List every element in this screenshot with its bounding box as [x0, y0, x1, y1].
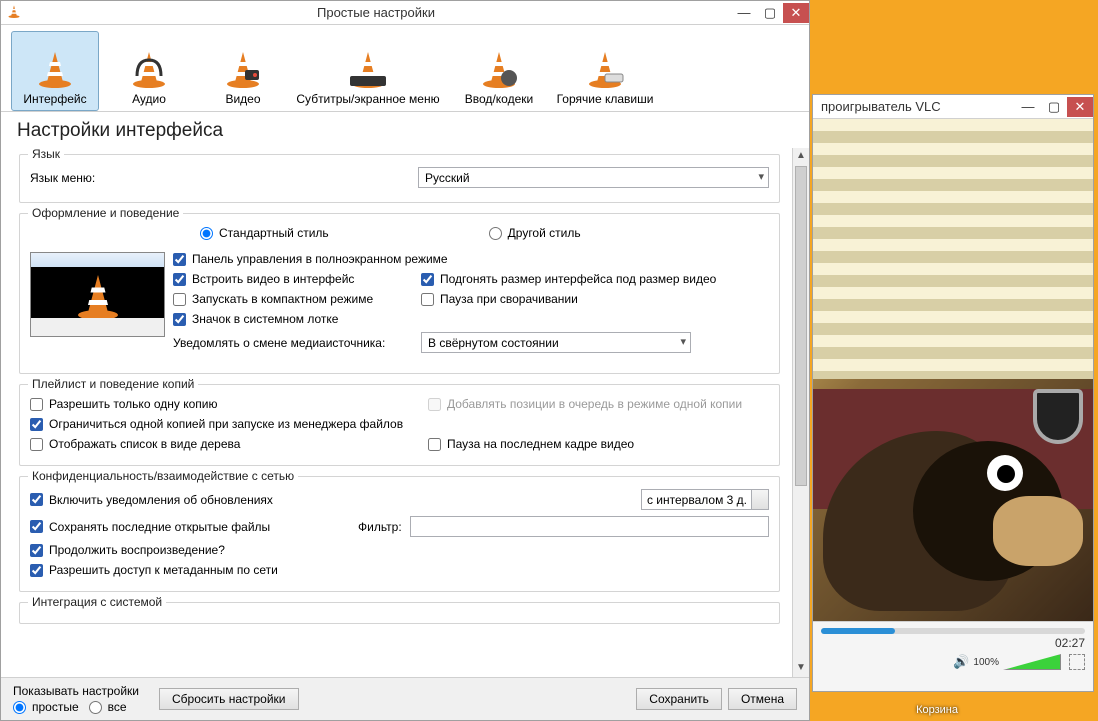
window-title: Простые настройки	[21, 5, 731, 20]
video-area[interactable]	[813, 119, 1093, 621]
category-tabs: Интерфейс Аудио Видео Субтитры/экранное …	[1, 25, 809, 112]
filter-input[interactable]	[410, 516, 769, 537]
radio-all[interactable]: все	[89, 700, 127, 714]
tab-subtitles[interactable]: Субтитры/экранное меню	[293, 31, 443, 111]
page-title: Настройки интерфейса	[1, 112, 809, 148]
chk-fullscreen-controller[interactable]: Панель управления в полноэкранном режиме	[173, 252, 448, 266]
save-button[interactable]: Сохранить	[636, 688, 722, 710]
player-window: проигрыватель VLC — ▢ ✕ 02:27 🔊 100%	[812, 94, 1094, 692]
vertical-scrollbar[interactable]: ▲ ▼	[792, 148, 809, 677]
minimize-button[interactable]: —	[731, 3, 757, 23]
group-look-feel: Оформление и поведение Стандартный стиль…	[19, 213, 780, 374]
radio-simple[interactable]: простые	[13, 700, 79, 714]
close-button[interactable]: ✕	[783, 3, 809, 23]
tab-video[interactable]: Видео	[199, 31, 287, 111]
chk-update-notify[interactable]: Включить уведомления об обновлениях	[30, 493, 380, 507]
volume-slider[interactable]	[1003, 654, 1061, 670]
volume-icon[interactable]: 🔊	[953, 654, 969, 670]
progress-bar[interactable]	[821, 628, 1085, 634]
scroll-up-arrow[interactable]: ▲	[793, 148, 809, 165]
scroll-down-arrow[interactable]: ▼	[793, 660, 809, 677]
menu-language-label: Язык меню:	[30, 171, 410, 185]
group-playlist: Плейлист и поведение копий Разрешить тол…	[19, 384, 780, 466]
chk-resize-interface[interactable]: Подгонять размер интерфейса под размер в…	[421, 272, 716, 286]
settings-footer: Показывать настройки простые все Сбросит…	[1, 677, 809, 720]
settings-titlebar: Простые настройки — ▢ ✕	[1, 1, 809, 25]
chk-systray-icon[interactable]: Значок в системном лотке	[173, 312, 338, 326]
show-settings-label: Показывать настройки	[13, 684, 139, 698]
chk-start-minimal[interactable]: Запускать в компактном режиме	[173, 292, 413, 306]
chk-pause-last-frame[interactable]: Пауза на последнем кадре видео	[428, 437, 634, 451]
vlc-cone-icon	[7, 4, 21, 21]
tab-audio[interactable]: Аудио	[105, 31, 193, 111]
notify-media-change-label: Уведомлять о смене медиаисточника:	[173, 336, 413, 350]
menu-language-select[interactable]: Русский	[418, 167, 769, 188]
update-interval-spinner[interactable]: с интервалом 3 д.	[641, 489, 769, 510]
maximize-button[interactable]: ▢	[757, 3, 783, 23]
group-language: Язык Язык меню: Русский	[19, 154, 780, 203]
skin-preview	[30, 252, 165, 337]
scroll-thumb[interactable]	[795, 166, 807, 486]
chk-one-instance-from-fm[interactable]: Ограничиться одной копией при запуске из…	[30, 417, 403, 431]
notify-media-change-select[interactable]: В свёрнутом состоянии	[421, 332, 691, 353]
fullscreen-icon[interactable]	[1069, 654, 1085, 670]
player-maximize-button[interactable]: ▢	[1041, 97, 1067, 117]
chk-continue-playback[interactable]: Продолжить воспроизведение?	[30, 543, 225, 557]
chk-pause-minimize[interactable]: Пауза при сворачивании	[421, 292, 578, 306]
volume-label: 100%	[973, 657, 999, 668]
reset-button[interactable]: Сбросить настройки	[159, 688, 298, 710]
chk-enqueue-one-instance: Добавлять позиции в очередь в режиме одн…	[428, 397, 742, 411]
radio-standard-style[interactable]: Стандартный стиль	[200, 226, 329, 240]
settings-window: Простые настройки — ▢ ✕ Интерфейс Аудио …	[0, 0, 810, 721]
cancel-button[interactable]: Отмена	[728, 688, 797, 710]
chk-display-tree[interactable]: Отображать список в виде дерева	[30, 437, 420, 451]
tab-input-codecs[interactable]: Ввод/кодеки	[449, 31, 549, 111]
player-close-button[interactable]: ✕	[1067, 97, 1093, 117]
group-os-integration: Интеграция с системой	[19, 602, 780, 624]
desktop-trash-label[interactable]: Корзина	[916, 704, 958, 716]
filter-label: Фильтр:	[358, 520, 402, 534]
elapsed-time: 02:27	[1055, 636, 1085, 650]
tab-hotkeys[interactable]: Горячие клавиши	[555, 31, 655, 111]
player-titlebar: проигрыватель VLC — ▢ ✕	[813, 95, 1093, 119]
player-minimize-button[interactable]: —	[1015, 97, 1041, 117]
chk-allow-one-instance[interactable]: Разрешить только одну копию	[30, 397, 420, 411]
chk-allow-metadata-net[interactable]: Разрешить доступ к метаданным по сети	[30, 563, 278, 577]
group-privacy: Конфиденциальность/взаимодействие с сеть…	[19, 476, 780, 592]
tab-interface[interactable]: Интерфейс	[11, 31, 99, 111]
player-controls: 02:27 🔊 100%	[813, 621, 1093, 691]
radio-other-style[interactable]: Другой стиль	[489, 226, 581, 240]
chk-embed-video[interactable]: Встроить видео в интерфейс	[173, 272, 413, 286]
chk-save-recent[interactable]: Сохранять последние открытые файлы	[30, 520, 350, 534]
player-title: проигрыватель VLC	[819, 99, 1015, 114]
